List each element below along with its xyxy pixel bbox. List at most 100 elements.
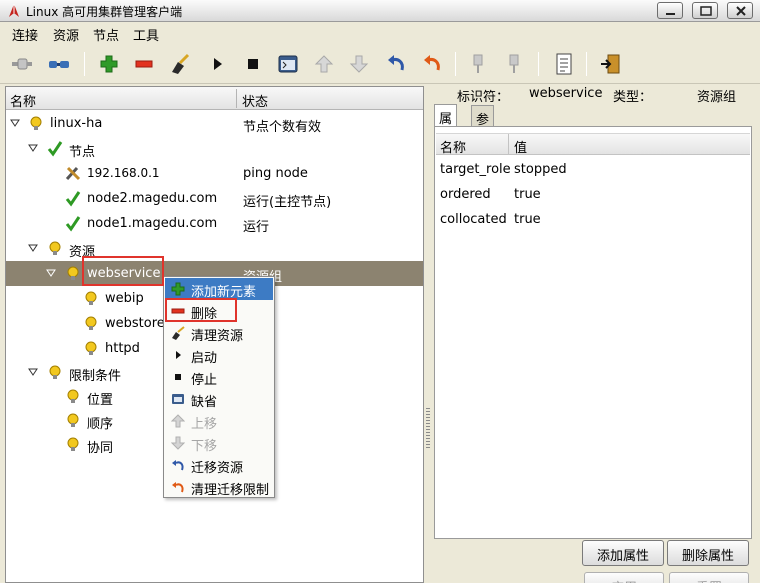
disconnect-icon [49,61,69,68]
attribute-row[interactable]: ordered true [436,182,750,207]
standby-button[interactable] [466,52,490,76]
menu-item-stop[interactable]: 停止 [165,366,273,388]
expander-open-icon[interactable] [28,143,38,153]
menu-item-move-down[interactable]: 下移 [165,432,273,454]
toolbar-separator [586,52,587,76]
active-icon [509,54,519,73]
log-button[interactable] [552,52,576,76]
remove-button[interactable] [132,52,156,76]
tree-status: 运行(主控节点) [243,195,332,210]
cleanup-button[interactable] [168,52,192,76]
bulb-icon [85,316,97,330]
expander-open-icon[interactable] [46,268,56,278]
menu-resources[interactable]: 资源 [53,25,79,44]
attribute-row[interactable]: collocated true [436,207,750,232]
stop-icon [248,59,258,69]
attr-name-header[interactable]: 名称 [440,137,466,156]
remove-icon [135,60,153,68]
attr-value-header[interactable]: 值 [514,137,527,156]
move-down-button[interactable] [347,52,371,76]
menu-item-migrate[interactable]: 迁移资源 [165,454,273,476]
attr-value[interactable]: stopped [514,162,567,177]
tree-label: 节点 [69,145,96,160]
connect-button[interactable] [10,52,34,76]
add-icon [100,55,118,73]
attribute-row[interactable]: target_role stopped [436,157,750,182]
start-button[interactable] [205,52,229,76]
add-attribute-button[interactable]: 添加属性 [582,540,664,566]
expander-open-icon[interactable] [28,243,38,253]
tree-row-nodes[interactable]: 节点 [6,136,423,161]
add-button[interactable] [97,52,121,76]
apply-button[interactable]: 应用 [584,572,664,583]
tab-parameters[interactable]: 参数 [471,105,495,147]
tree-label: webip [105,291,144,306]
menu-item-clear-migrate[interactable]: 清理迁移限制 [165,476,273,498]
move-down-icon [349,55,369,73]
pane-splitter[interactable] [425,86,431,583]
active-button[interactable] [502,52,526,76]
title-bar: Linux 高可用集群管理客户端 [0,0,760,22]
menu-item-default[interactable]: 缺省 [165,388,273,410]
expander-open-icon[interactable] [28,367,38,377]
identifier-label: 标识符： [457,90,510,105]
tree-row-resources[interactable]: 资源 [6,236,423,261]
default-button[interactable] [276,52,300,76]
minimize-button[interactable] [657,2,683,19]
exit-button[interactable] [598,52,622,76]
cleanup-icon [172,53,190,74]
check-icon [47,141,63,157]
maximize-button[interactable] [692,2,718,19]
menu-item-cleanup[interactable]: 清理资源 [165,322,273,344]
menu-item-add-element[interactable]: 添加新元素 [165,278,273,300]
bulb-icon [49,365,61,379]
bulb-icon [67,389,79,403]
unmigrate-button[interactable] [420,52,444,76]
stop-button[interactable] [241,52,265,76]
delete-attribute-button[interactable]: 删除属性 [667,540,749,566]
menu-tools[interactable]: 工具 [133,25,159,44]
tree-label: 192.168.0.1 [87,166,160,180]
toolbar-separator [538,52,539,76]
tree-row-ping-node[interactable]: 192.168.0.1 ping node [6,161,423,186]
bulb-icon [67,437,79,451]
tree-row-cluster[interactable]: linux-ha 节点个数有效 [6,111,423,136]
toolbar-separator [84,52,85,76]
tab-attributes[interactable]: 属性 [434,104,458,146]
window-title: Linux 高可用集群管理客户端 [26,5,183,19]
tree-label: httpd [105,341,140,356]
start-icon [214,58,222,70]
splitter-grip[interactable] [426,408,430,448]
menu-bar: 连接 资源 节点 工具 [0,22,760,44]
close-button[interactable] [727,2,753,19]
reset-button[interactable]: 重置 [669,572,749,583]
unmigrate-icon [424,55,440,71]
disconnect-button[interactable] [47,52,71,76]
tree-label: node2.magedu.com [87,191,218,206]
menu-nodes[interactable]: 节点 [93,25,119,44]
menu-connect[interactable]: 连接 [12,25,38,44]
menu-item-start[interactable]: 启动 [165,344,273,366]
tree-status: ping node [243,166,308,181]
toolbar [0,44,760,84]
menu-item-move-up[interactable]: 上移 [165,410,273,432]
attr-value[interactable]: true [514,187,541,202]
migrate-button[interactable] [384,52,408,76]
tree-row-node2[interactable]: node2.magedu.com 运行(主控节点) [6,186,423,211]
column-name-header[interactable]: 名称 [10,91,36,110]
attr-name: collocated [440,212,507,227]
tree-row-node1[interactable]: node1.magedu.com 运行 [6,211,423,236]
attr-value[interactable]: true [514,212,541,227]
app-logo-icon [7,3,21,22]
attr-name: ordered [440,187,491,202]
move-up-button[interactable] [312,52,336,76]
tree-label: webstore [105,316,165,331]
type-label: 类型： [613,90,653,105]
default-icon [172,394,184,404]
expander-open-icon[interactable] [10,118,20,128]
bulb-icon [49,241,61,255]
standby-icon [473,54,483,73]
toolbar-separator [455,52,456,76]
column-status-header[interactable]: 状态 [242,91,268,110]
tree-label: 协同 [87,441,114,456]
